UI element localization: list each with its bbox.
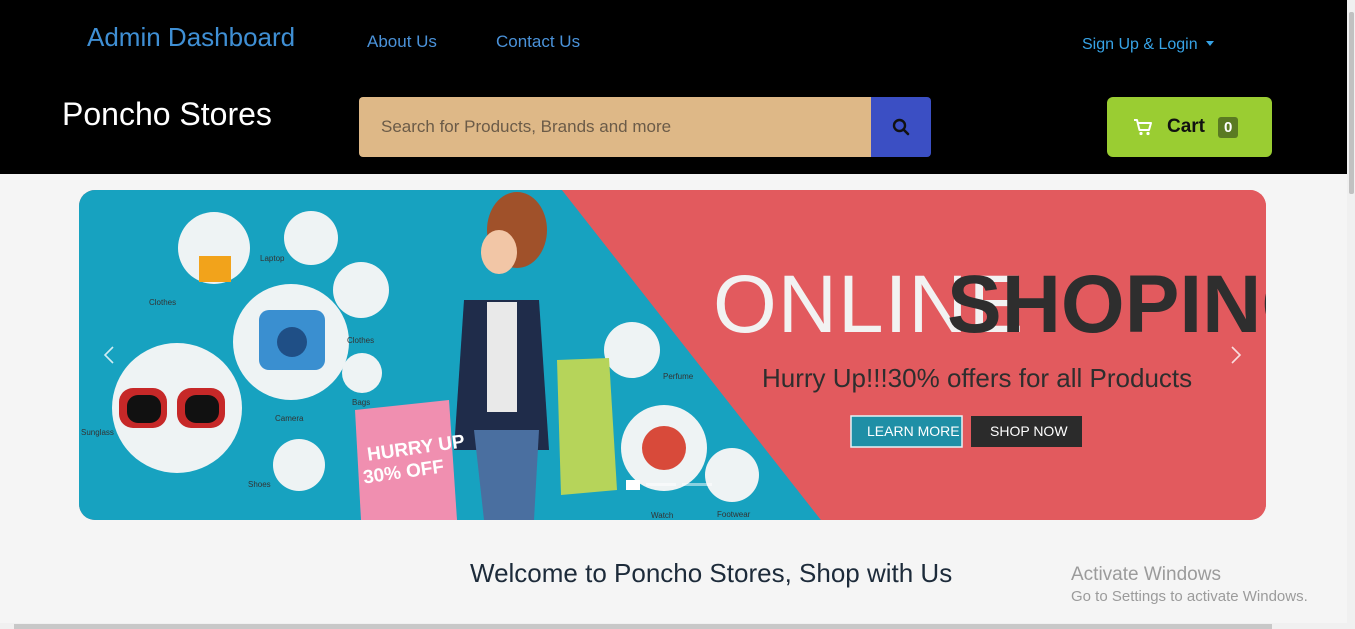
activate-windows-title: Activate Windows [1071, 564, 1221, 585]
item-label: Shoes [248, 480, 271, 489]
cart-count-badge: 0 [1218, 116, 1239, 138]
item-label: Bags [352, 398, 371, 407]
hero-carousel: ONLINE SHOPING Hurry Up!!!30% offers for… [79, 190, 1266, 520]
search-button[interactable] [871, 97, 931, 157]
search-icon [892, 118, 910, 136]
contact-us-link[interactable]: Contact Us [496, 32, 580, 52]
admin-dashboard-link[interactable]: Admin Dashboard [87, 22, 295, 53]
welcome-heading: Welcome to Poncho Stores, Shop with Us [470, 558, 953, 588]
horizontal-scrollbar-thumb[interactable] [14, 624, 1272, 629]
activate-windows-subtitle: Go to Settings to activate Windows. [1071, 588, 1308, 605]
cart-icon [1134, 119, 1152, 136]
banner-image [79, 190, 1266, 520]
about-us-link[interactable]: About Us [367, 32, 437, 52]
item-label: Laptop [260, 254, 285, 263]
chevron-left-icon [103, 346, 114, 364]
carousel-indicators [626, 480, 712, 490]
item-label: Perfume [663, 372, 694, 381]
search-input[interactable] [359, 97, 871, 157]
carousel-indicator[interactable] [626, 480, 640, 490]
item-label: Watch [651, 511, 674, 520]
carousel-indicator[interactable] [646, 483, 676, 486]
signup-login-dropdown[interactable]: Sign Up & Login [1082, 36, 1214, 54]
carousel-indicator[interactable] [682, 483, 712, 486]
item-label: Camera [275, 414, 304, 423]
carousel-prev-button[interactable] [79, 190, 139, 520]
carousel-next-button[interactable] [1206, 190, 1266, 520]
top-navbar: Admin Dashboard About Us Contact Us Sign… [0, 0, 1347, 174]
store-brand[interactable]: Poncho Stores [62, 96, 272, 133]
item-label: Clothes [347, 336, 375, 345]
chevron-right-icon [1231, 346, 1242, 364]
cart-button[interactable]: Cart 0 [1107, 97, 1272, 157]
vertical-scrollbar-thumb[interactable] [1349, 12, 1354, 194]
shop-now-button[interactable]: SHOP NOW [990, 423, 1068, 439]
item-label: Footwear [717, 510, 751, 519]
signup-login-label: Sign Up & Login [1082, 36, 1198, 53]
item-label: Clothes [149, 298, 177, 307]
learn-more-button[interactable]: LEARN MORE [867, 423, 960, 439]
caret-down-icon [1205, 41, 1214, 46]
cart-label: Cart [1167, 116, 1206, 137]
banner-subtitle: Hurry Up!!!30% offers for all Products [762, 363, 1193, 393]
